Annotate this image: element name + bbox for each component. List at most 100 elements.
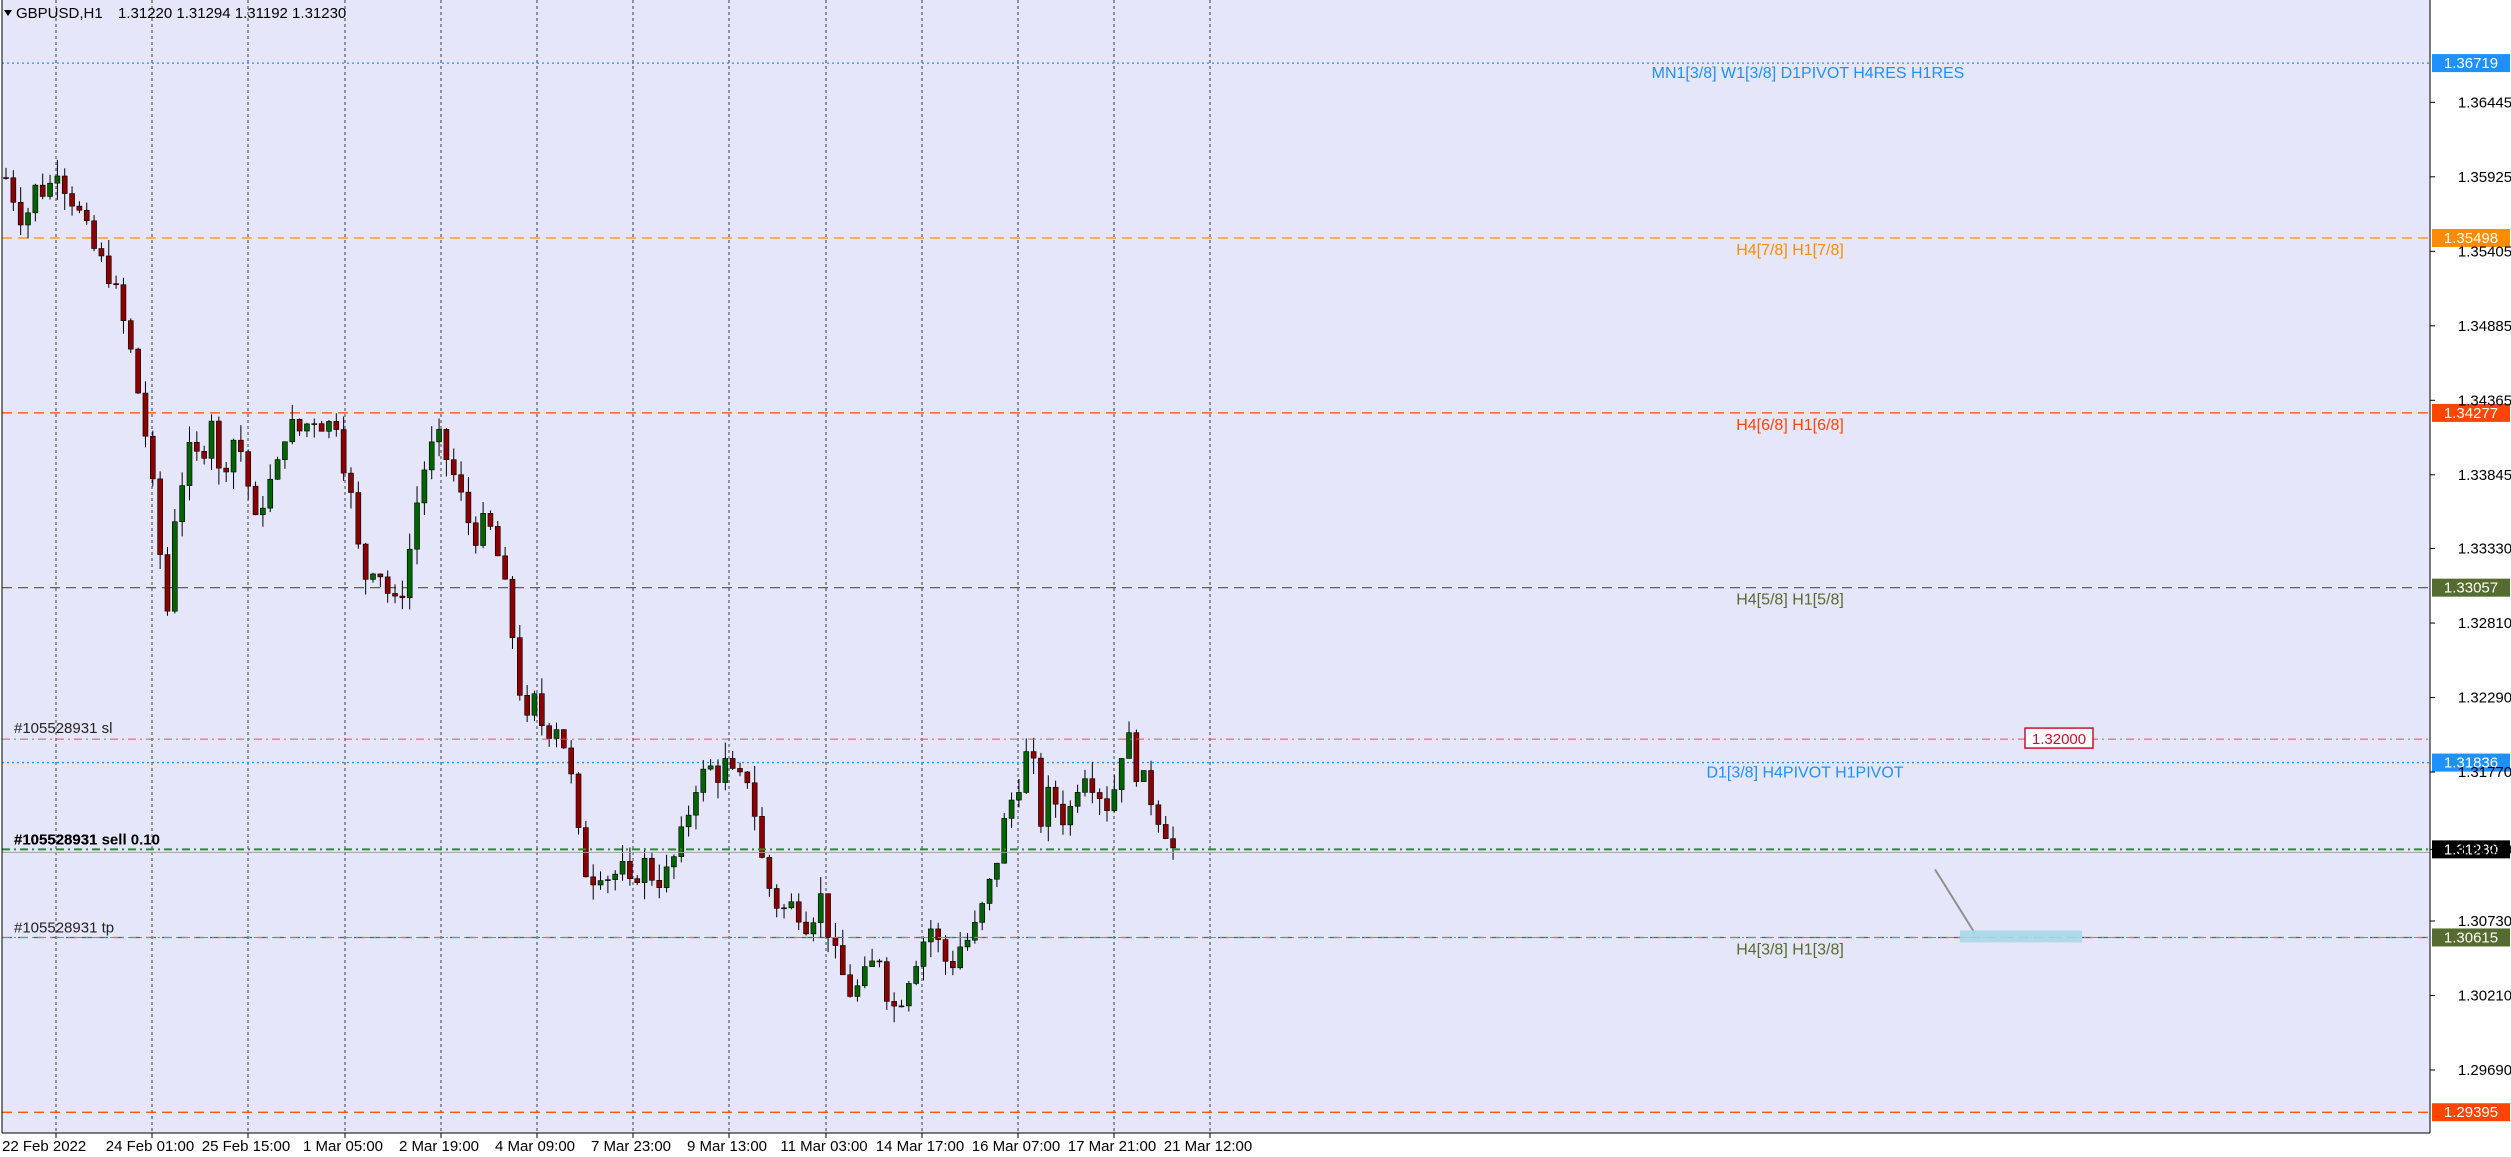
candle-body <box>127 320 134 350</box>
candle-body <box>450 459 457 476</box>
candle-body <box>186 442 193 486</box>
candle-body <box>671 856 677 868</box>
candle-body <box>304 423 310 432</box>
candle-body <box>142 392 149 437</box>
candle-body <box>906 983 912 1007</box>
candle-body <box>282 441 288 460</box>
candle-body <box>707 765 714 770</box>
chart-window[interactable]: 1.36719 MN1[3/8] W1[3/8] D1PIVOT H4RES H1… <box>0 0 2511 1157</box>
y-tick-label: 1.34365 <box>2458 392 2511 409</box>
candle-body <box>539 693 545 727</box>
candle-body <box>172 521 178 612</box>
candle-body <box>1074 792 1081 807</box>
candle-body <box>920 941 927 967</box>
level-text: H4[7/8] H1[7/8] <box>1736 242 1844 259</box>
level-price-label: 1.29395 <box>2444 1104 2498 1121</box>
candle-body <box>436 429 442 443</box>
candle-body <box>883 961 890 1002</box>
candle-body <box>964 939 971 948</box>
candle-body <box>1155 804 1162 825</box>
candle-body <box>238 439 244 452</box>
candle-body <box>1089 778 1096 793</box>
candle-body <box>1111 789 1118 812</box>
candle-body <box>1096 792 1103 800</box>
x-tick-label: 14 Mar 17:00 <box>876 1138 964 1155</box>
x-tick-label: 11 Mar 03:00 <box>780 1138 867 1155</box>
candle-body <box>700 768 707 793</box>
candle-body <box>1082 778 1088 793</box>
candle-body <box>3 177 9 179</box>
candle-body <box>25 212 31 226</box>
candle-body <box>1060 803 1066 826</box>
candle-body <box>803 921 809 935</box>
candle-body <box>120 284 127 321</box>
candle-body <box>553 729 560 739</box>
candle-body <box>318 423 325 432</box>
candle-body <box>17 201 24 226</box>
candle-body <box>1170 838 1176 849</box>
candle-body <box>472 522 479 546</box>
candle-body <box>795 901 802 923</box>
candle-body <box>817 893 824 924</box>
x-tick-label: 4 Mar 09:00 <box>495 1138 575 1155</box>
candle-body <box>663 866 670 888</box>
x-tick-label: 2 Mar 19:00 <box>399 1138 479 1155</box>
candle-body <box>516 637 523 696</box>
y-tick-label: 1.35405 <box>2458 243 2511 260</box>
candle-body <box>333 421 340 430</box>
y-tick-label: 1.30210 <box>2458 987 2511 1004</box>
candle-body <box>194 442 200 452</box>
candle-body <box>392 593 398 597</box>
y-tick-label: 1.33330 <box>2458 541 2511 558</box>
candle-body <box>98 248 105 257</box>
candle-body <box>597 880 604 886</box>
candle-body <box>957 946 964 969</box>
candle-body <box>627 861 633 879</box>
candle-body <box>861 966 868 987</box>
candle-body <box>1148 770 1154 806</box>
candle-body <box>605 879 611 881</box>
candle-body <box>164 554 171 612</box>
candle-body <box>201 451 207 459</box>
candle-body <box>766 857 773 889</box>
candle-body <box>1126 732 1132 759</box>
level-text: D1[3/8] H4PIVOT H1PIVOT <box>1706 765 1903 782</box>
candle-body <box>83 209 90 222</box>
candle-body <box>1140 770 1147 782</box>
candle-body <box>326 421 332 432</box>
candle-body <box>260 507 266 516</box>
candle-body <box>722 758 729 783</box>
candle-body <box>311 423 318 425</box>
candle-body <box>39 184 46 197</box>
candle-body <box>847 974 853 997</box>
header-area: GBPUSD,H1 1.31220 1.31294 1.31192 1.3123… <box>4 5 346 22</box>
candle-body <box>656 880 663 888</box>
candle-body <box>634 878 641 883</box>
level-price-label: 1.30615 <box>2444 929 2498 946</box>
candle-body <box>509 578 516 638</box>
candle-body <box>370 573 376 580</box>
candle-body <box>1038 757 1044 827</box>
candle-body <box>10 177 17 203</box>
candlestick-chart[interactable]: 1.36719 MN1[3/8] W1[3/8] D1PIVOT H4RES H1… <box>0 0 2511 1157</box>
candle-body <box>54 175 61 184</box>
candle-body <box>1023 751 1030 793</box>
candle-body <box>135 348 141 394</box>
candle-body <box>502 555 508 580</box>
candle-body <box>773 888 780 909</box>
candle-body <box>928 928 934 943</box>
candle-body <box>480 513 486 546</box>
candle-body <box>891 1001 897 1007</box>
candle-body <box>832 937 839 946</box>
candle-body <box>1118 758 1125 790</box>
x-tick-label: 17 Mar 21:00 <box>1068 1138 1156 1155</box>
candle-body <box>693 792 699 816</box>
y-tick-label: 1.33845 <box>2458 467 2511 484</box>
candle-body <box>230 439 237 473</box>
symbol-label: GBPUSD,H1 <box>16 5 103 22</box>
level-price-label: 1.36719 <box>2444 55 2498 72</box>
candle-body <box>428 441 435 471</box>
candle-body <box>590 876 597 886</box>
candle-body <box>377 573 384 578</box>
candle-body <box>399 595 406 599</box>
